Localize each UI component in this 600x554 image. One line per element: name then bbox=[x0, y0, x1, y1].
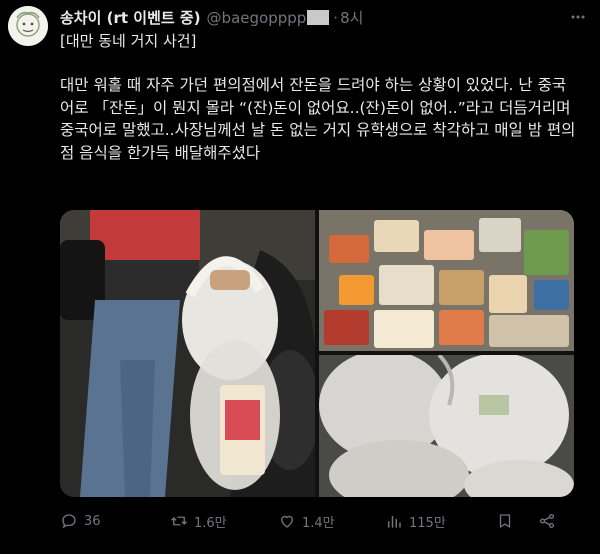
share-button[interactable] bbox=[538, 509, 556, 533]
view-count: 115만 bbox=[409, 515, 446, 531]
media-grid[interactable] bbox=[60, 210, 574, 497]
share-icon bbox=[539, 513, 555, 529]
views-icon bbox=[388, 515, 401, 528]
redacted-block bbox=[307, 10, 330, 25]
photo-scooter[interactable] bbox=[60, 210, 315, 497]
reply-icon bbox=[62, 514, 76, 529]
views-button[interactable]: 115만 bbox=[385, 509, 446, 533]
tweet-header: 송차이 (rt 이벤트 중) @baegopppp · 8시 bbox=[60, 7, 586, 29]
user-handle[interactable]: @baegopppp bbox=[207, 9, 307, 27]
avatar-illustration bbox=[8, 6, 48, 46]
reply-count: 36 bbox=[84, 513, 101, 529]
photo-bags[interactable] bbox=[319, 355, 574, 497]
timestamp[interactable]: 8시 bbox=[340, 9, 363, 27]
display-name[interactable]: 송차이 (rt 이벤트 중) bbox=[60, 9, 201, 27]
separator-dot: · bbox=[333, 9, 339, 27]
scooter-photo-illustration bbox=[60, 210, 315, 497]
heart-icon bbox=[281, 515, 293, 528]
retweet-count: 1.6만 bbox=[194, 515, 227, 531]
reply-button[interactable]: 36 bbox=[60, 509, 101, 533]
food-pile-illustration bbox=[319, 210, 574, 351]
retweet-button[interactable]: 1.6만 bbox=[170, 509, 227, 533]
retweet-icon bbox=[171, 516, 187, 526]
like-button[interactable]: 1.4만 bbox=[278, 509, 335, 533]
bags-illustration bbox=[319, 355, 574, 497]
like-count: 1.4만 bbox=[302, 515, 335, 531]
avatar[interactable] bbox=[8, 6, 48, 46]
bookmark-icon bbox=[499, 514, 511, 528]
bookmark-button[interactable] bbox=[496, 509, 514, 533]
tweet-subtitle: [대만 동네 거지 사건] bbox=[60, 32, 197, 50]
tweet-body: 대만 워홀 때 자주 가던 편의점에서 잔돈을 드려야 하는 상황이 있었다. … bbox=[60, 76, 576, 162]
photo-food-pile[interactable] bbox=[319, 210, 574, 351]
action-bar: 36 1.6만 1.4만 115만 bbox=[60, 509, 560, 533]
more-icon[interactable] bbox=[570, 9, 586, 25]
